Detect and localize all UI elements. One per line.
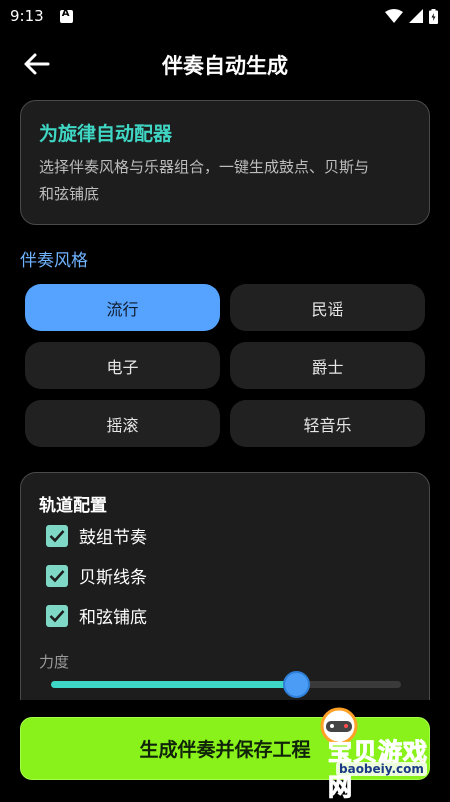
checkbox-checked-icon[interactable] [46,604,68,627]
battery-icon [429,8,438,24]
watermark-logo: 宝贝游戏网 baobeiy.com [288,702,438,802]
track-config-card: 轨道配置 鼓组节奏 贝斯线条 和弦铺底 力度 [20,472,430,732]
wifi-icon [385,9,403,23]
style-chip-jazz[interactable]: 爵士 [230,342,425,389]
style-chip-light-music[interactable]: 轻音乐 [230,400,425,447]
status-icons [385,8,438,24]
slider-fill [51,681,296,688]
checkbox-checked-icon[interactable] [46,564,68,587]
track-bass-label: 贝斯线条 [79,568,147,588]
track-drums-checkbox-row[interactable]: 鼓组节奏 [46,523,147,548]
track-config-title: 轨道配置 [39,496,107,516]
checkbox-checked-icon[interactable] [46,524,68,547]
style-chip-folk[interactable]: 民谣 [230,284,425,331]
status-time: 9:13 [10,7,44,25]
intro-desc-line-1: 选择伴奏风格与乐器组合，一键生成鼓点、贝斯与 [39,158,370,176]
track-chords-label: 和弦铺底 [79,608,147,628]
notification-icon [59,8,73,23]
intro-card: 为旋律自动配器 选择伴奏风格与乐器组合，一键生成鼓点、贝斯与 和弦铺底 [20,100,430,225]
style-chip-rock[interactable]: 摇滚 [25,400,220,447]
intro-description: 选择伴奏风格与乐器组合，一键生成鼓点、贝斯与 和弦铺底 [39,154,411,208]
watermark-url: baobeiy.com [336,762,427,776]
signal-icon [409,9,423,23]
strength-label: 力度 [39,653,70,671]
slider-thumb[interactable] [283,671,310,698]
strength-slider[interactable] [51,671,401,699]
track-bass-checkbox-row[interactable]: 贝斯线条 [46,563,147,588]
style-options-grid: 流行 民谣 电子 爵士 摇滚 轻音乐 [25,284,425,447]
track-chords-checkbox-row[interactable]: 和弦铺底 [46,603,147,628]
style-section-label: 伴奏风格 [20,251,88,271]
style-chip-electronic[interactable]: 电子 [25,342,220,389]
status-bar: 9:13 [0,0,450,32]
page-title: 伴奏自动生成 [162,54,288,78]
app-bar: 伴奏自动生成 [0,32,450,98]
intro-title: 为旋律自动配器 [39,123,173,145]
track-drums-label: 鼓组节奏 [79,528,147,548]
style-chip-pop[interactable]: 流行 [25,284,220,331]
intro-desc-line-2: 和弦铺底 [39,185,100,203]
